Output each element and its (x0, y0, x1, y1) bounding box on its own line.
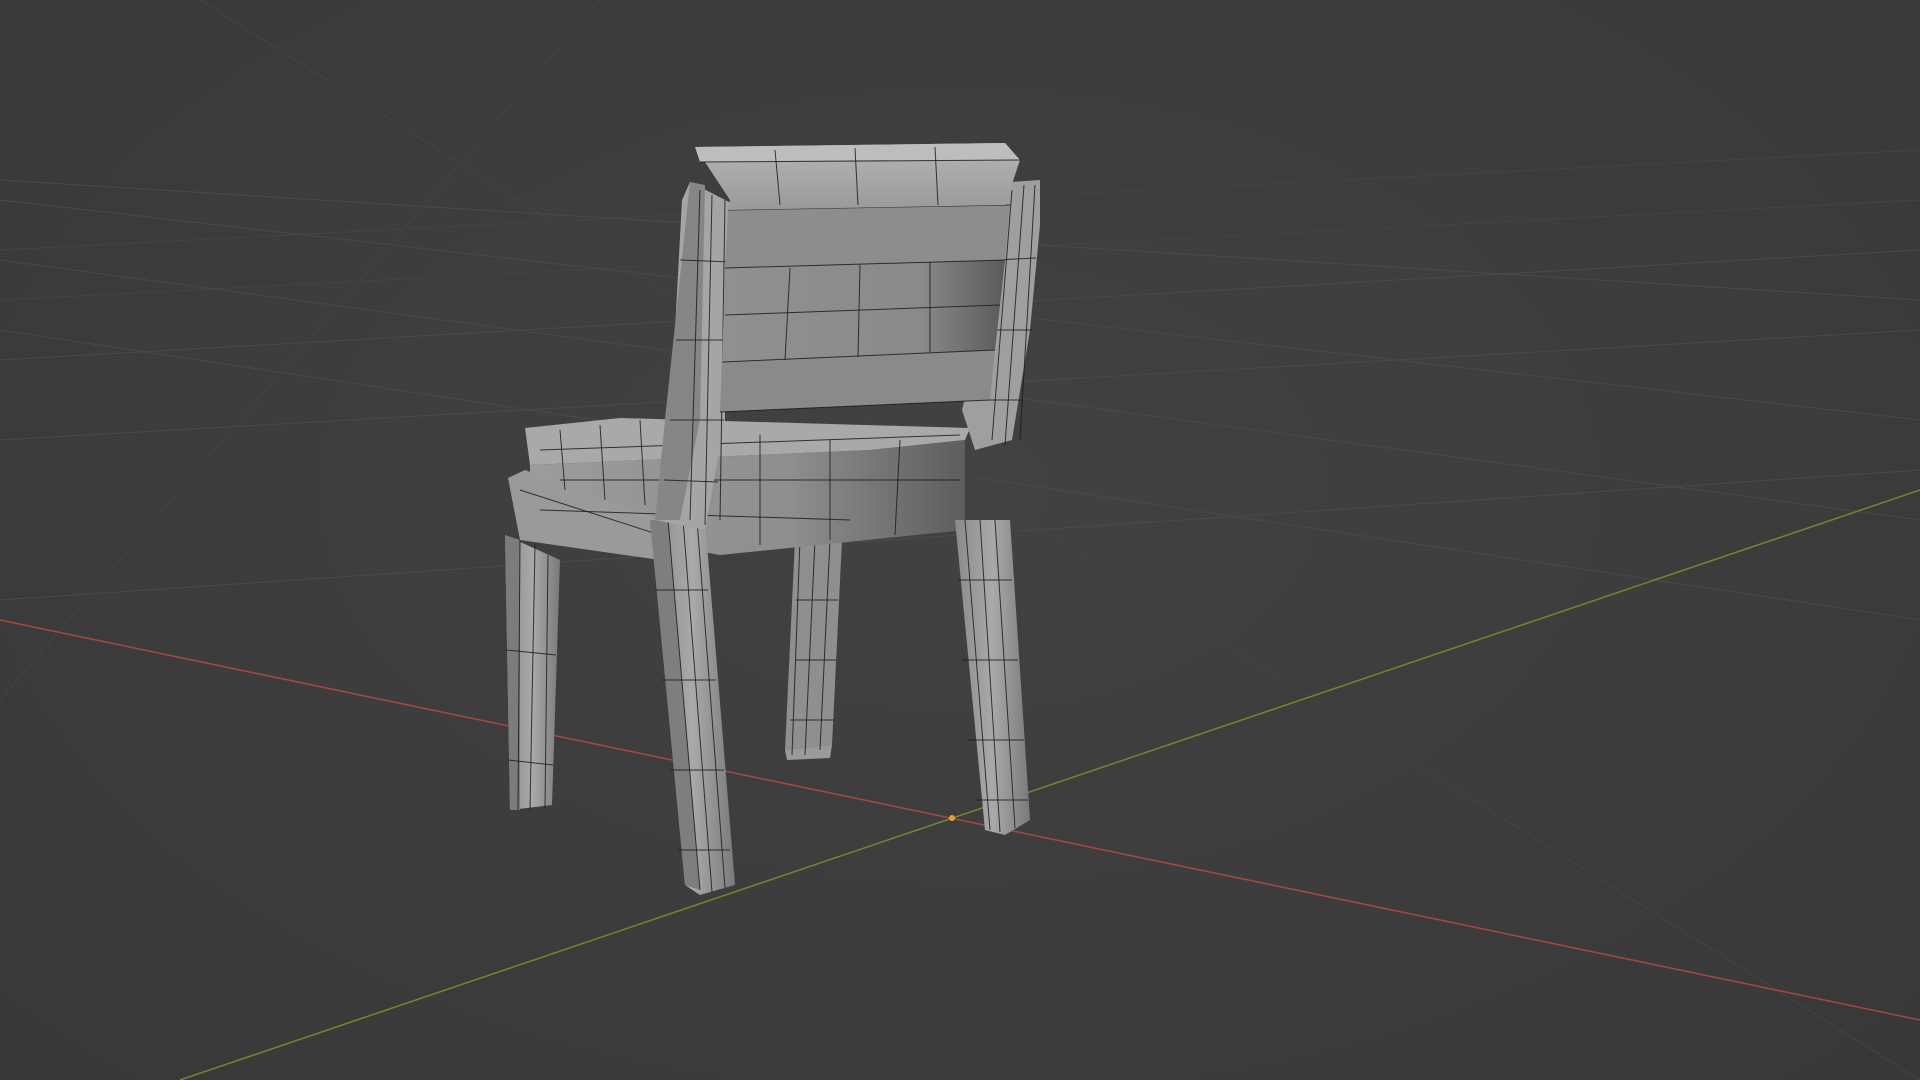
chair-mesh[interactable] (505, 143, 1040, 895)
back-right-leg (785, 539, 842, 760)
front-right-leg (955, 519, 1030, 835)
origin-point (949, 815, 955, 821)
chair-top-rail (695, 143, 1021, 210)
chair-back-panel (719, 204, 1011, 413)
front-left-leg (650, 519, 735, 895)
y-axis-line (179, 489, 1920, 1080)
x-axis-line (0, 619, 1920, 1021)
back-left-leg (505, 535, 560, 811)
viewport-canvas[interactable] (0, 0, 1920, 1080)
3d-viewport[interactable] (0, 0, 1920, 1080)
